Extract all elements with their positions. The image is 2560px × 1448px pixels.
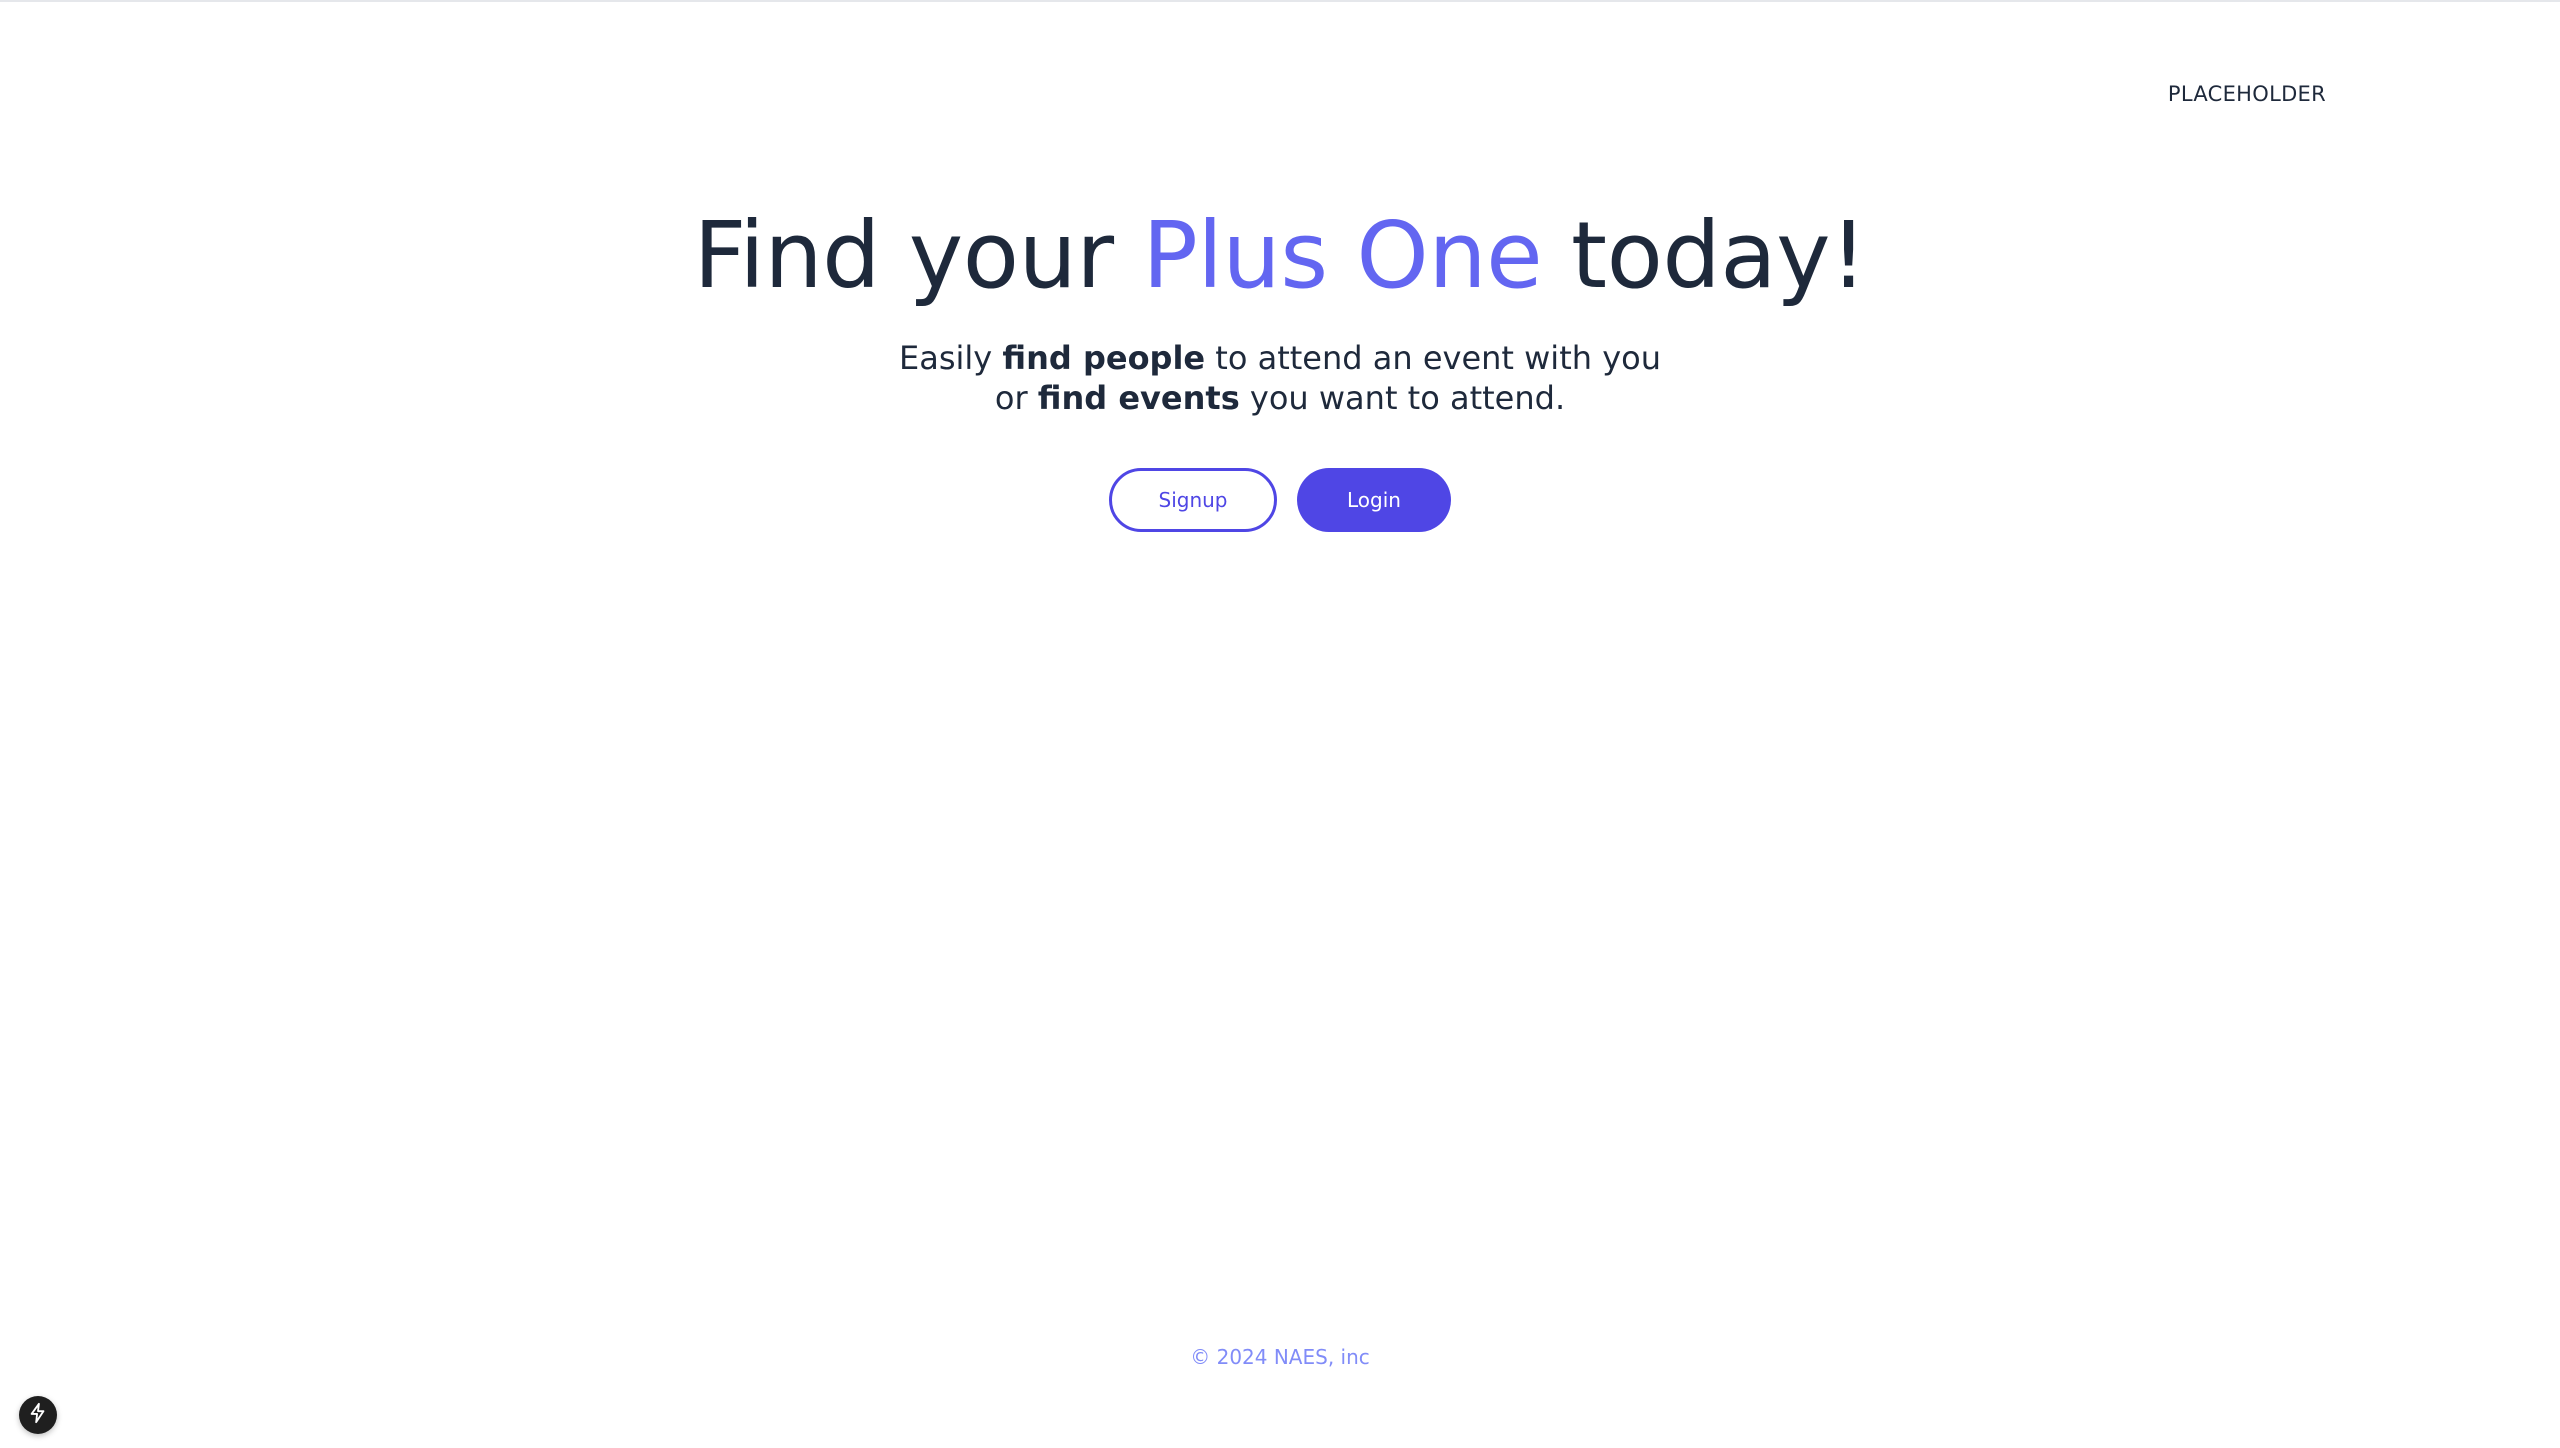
lightning-bolt-icon (27, 1402, 49, 1429)
top-border (0, 0, 2560, 2)
hero-title-part2: today! (1542, 202, 1867, 309)
hero-actions: Signup Login (0, 468, 2560, 532)
hero-sub-bold1: find people (1002, 339, 1206, 377)
hero-sub-bold2: find events (1037, 379, 1240, 417)
hero-subtitle: Easily find people to attend an event wi… (890, 338, 1670, 418)
nav-placeholder-link[interactable]: PLACEHOLDER (2168, 82, 2326, 106)
hero-title-part1: Find your (693, 202, 1143, 309)
hero-section: Find your Plus One today! Easily find pe… (0, 196, 2560, 532)
dev-tools-badge[interactable] (19, 1396, 57, 1434)
hero-sub-part3: you want to attend. (1239, 379, 1566, 417)
login-button[interactable]: Login (1297, 468, 1451, 532)
hero-title: Find your Plus One today! (0, 196, 2560, 316)
hero-title-accent: Plus One (1142, 202, 1543, 309)
signup-button[interactable]: Signup (1109, 468, 1277, 532)
footer-copyright: © 2024 NAES, inc (1190, 1345, 1370, 1369)
hero-sub-part1: Easily (899, 339, 1003, 377)
